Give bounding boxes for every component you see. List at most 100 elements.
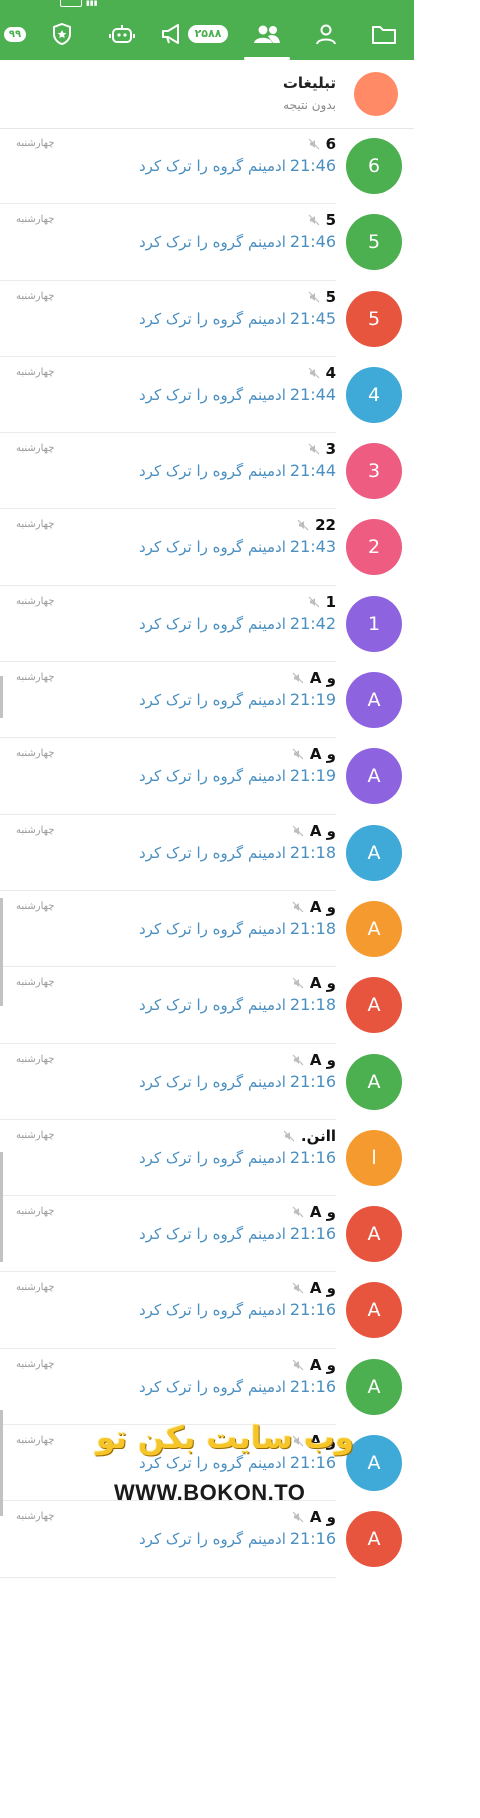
chat-preview: 21:16 ادمینم گروه را ترک کرد <box>139 1377 336 1396</box>
chat-title-line: 5 <box>308 288 336 306</box>
signal-icon: ▮▮▮ <box>86 0 98 7</box>
chat-name: 3 <box>325 440 336 459</box>
chat-day: چهارشنبه <box>16 214 55 226</box>
chat-row[interactable]: A A و چهارشنبه 21:16 ادمینم گروه را ترک کرد <box>0 1501 414 1578</box>
chat-row[interactable]: 2 22 چهارشنبه 21:43 ادمینم گروه را ترک کرد <box>0 509 414 586</box>
chat-row[interactable]: A A و چهارشنبه 21:18 ادمینم گروه را ترک کرد <box>0 891 414 968</box>
message-time: 21:42 <box>289 613 336 633</box>
chat-day: چهارشنبه <box>16 366 55 378</box>
status-bar: ▮▮▮ <box>0 0 414 8</box>
tab-channels[interactable]: ۲۵۸۸ <box>154 8 234 60</box>
avatar: 5 <box>346 290 402 347</box>
mute-icon <box>308 138 319 150</box>
mute-icon <box>292 901 304 913</box>
tab-more[interactable]: ۹۹ <box>0 8 30 60</box>
avatar-letter: 2 <box>367 536 381 559</box>
tab-bots[interactable] <box>96 8 148 60</box>
tab-contacts[interactable] <box>300 8 352 60</box>
tab-groups[interactable] <box>240 8 294 60</box>
mute-icon <box>308 596 319 608</box>
mute-icon <box>292 1511 304 1523</box>
chat-row[interactable]: 3 3 چهارشنبه 21:44 ادمینم گروه را ترک کرد <box>0 433 414 510</box>
more-badge: ۹۹ <box>3 26 27 42</box>
mute-icon <box>283 1130 295 1142</box>
tab-folders[interactable] <box>358 8 410 60</box>
message-text: ادمینم گروه را ترک کرد <box>138 614 286 633</box>
chat-title-line: اانن. <box>283 1127 336 1145</box>
chat-day: چهارشنبه <box>16 1129 55 1141</box>
scroll-indicator <box>0 676 3 718</box>
message-time: 21:44 <box>289 384 336 404</box>
chat-row[interactable]: A A و چهارشنبه 21:18 ادمینم گروه را ترک کرد <box>0 815 414 891</box>
chat-name: A و <box>309 821 336 840</box>
chat-row[interactable]: 5 5 چهارشنبه 21:45 ادمینم گروه را ترک کرد <box>0 281 414 357</box>
avatar-letter: A <box>367 1299 381 1322</box>
chat-preview: 21:16 ادمینم گروه را ترک کرد <box>139 1300 336 1319</box>
chat-row[interactable]: A A و چهارشنبه 21:16 ادمینم گروه را ترک کرد <box>0 1272 414 1349</box>
message-text: ادمینم گروه را ترک کرد <box>138 996 286 1015</box>
chat-title-line: A و <box>292 1356 336 1374</box>
avatar: A <box>346 1435 402 1492</box>
chat-name: A و <box>309 745 336 764</box>
chat-day: چهارشنبه <box>16 1282 55 1294</box>
channels-badge: ۲۵۸۸ <box>187 25 229 43</box>
chat-name: 4 <box>325 363 336 382</box>
chat-row[interactable]: A A و چهارشنبه 21:18 ادمینم گروه را ترک کرد <box>0 967 414 1044</box>
chat-title-line: A و <box>292 1203 336 1221</box>
chat-title-line: A و <box>292 669 336 687</box>
chat-day: چهارشنبه <box>16 1358 55 1370</box>
chat-row[interactable]: ا اانن. چهارشنبه 21:16 ادمینم گروه را ترک کر… <box>0 1120 414 1197</box>
avatar: A <box>346 977 402 1034</box>
chat-title-line: 22 <box>297 516 336 534</box>
mute-icon <box>308 443 319 455</box>
message-text: ادمینم گروه را ترک کرد <box>138 157 286 175</box>
chat-row[interactable]: 5 5 چهارشنبه 21:46 ادمینم گروه را ترک کرد <box>0 204 414 281</box>
avatar-letter: 4 <box>367 383 381 406</box>
avatar: 2 <box>346 519 402 576</box>
chat-row[interactable]: A A و چهارشنبه 21:19 ادمینم گروه را ترک کرد <box>0 662 414 739</box>
tab-favorites[interactable] <box>36 8 88 60</box>
chat-name: 6 <box>325 135 336 153</box>
mute-icon <box>292 977 304 989</box>
message-text: ادمینم گروه را ترک کرد <box>138 538 286 557</box>
message-time: 21:19 <box>289 690 336 710</box>
message-time: 21:19 <box>289 766 336 786</box>
mute-icon <box>308 291 319 303</box>
avatar-letter: A <box>367 1375 381 1398</box>
message-text: ادمینم گروه را ترک کرد <box>138 1530 286 1549</box>
chat-row[interactable]: 1 1 چهارشنبه 21:42 ادمینم گروه را ترک کرد <box>0 586 414 663</box>
message-text: ادمینم گروه را ترک کرد <box>138 1301 286 1320</box>
chat-row[interactable]: A A و چهارشنبه 21:19 ادمینم گروه را ترک کرد <box>0 738 414 815</box>
message-time: 21:18 <box>289 918 336 938</box>
chat-name: A و <box>309 897 336 916</box>
mute-icon <box>308 214 319 226</box>
avatar: A <box>346 748 402 805</box>
avatar: A <box>346 1282 402 1339</box>
chat-row[interactable]: 6 6 چهارشنبه 21:46 ادمینم گروه را ترک کرد <box>0 128 414 205</box>
chat-row[interactable]: 4 4 چهارشنبه 21:44 ادمینم گروه را ترک کرد <box>0 357 414 434</box>
chat-row[interactable]: A A و چهارشنبه 21:16 ادمینم گروه را ترک کرد <box>0 1349 414 1426</box>
mute-icon <box>308 367 319 379</box>
chat-preview: 21:16 ادمینم گروه را ترک کرد <box>139 1072 336 1091</box>
avatar-letter: A <box>367 1070 381 1093</box>
chat-preview: 21:43 ادمینم گروه را ترک کرد <box>139 537 336 556</box>
avatar: A <box>346 1358 402 1415</box>
message-text: ادمینم گروه را ترک کرد <box>138 767 286 786</box>
chat-row[interactable]: A A و چهارشنبه 21:16 ادمینم گروه را ترک کرد <box>0 1044 414 1120</box>
avatar: A <box>346 824 402 881</box>
chat-name: A و <box>309 1050 336 1069</box>
mute-icon <box>292 1206 304 1218</box>
message-time: 21:16 <box>289 1529 336 1549</box>
megaphone-icon <box>161 24 179 44</box>
avatar <box>354 72 398 116</box>
chat-name: A و <box>309 1203 336 1222</box>
avatar-letter: ا <box>371 1146 377 1169</box>
ads-row[interactable]: تبلیغات بدون نتیجه <box>0 60 414 129</box>
chat-row[interactable]: A A و چهارشنبه 21:16 ادمینم گروه را ترک کرد <box>0 1196 414 1273</box>
message-time: 21:44 <box>289 461 336 481</box>
chat-name: A و <box>309 669 336 688</box>
avatar-letter: A <box>367 1452 381 1475</box>
avatar-letter: A <box>367 1528 381 1551</box>
ads-title: تبلیغات <box>282 74 336 92</box>
chat-preview: 21:18 ادمینم گروه را ترک کرد <box>139 843 336 862</box>
